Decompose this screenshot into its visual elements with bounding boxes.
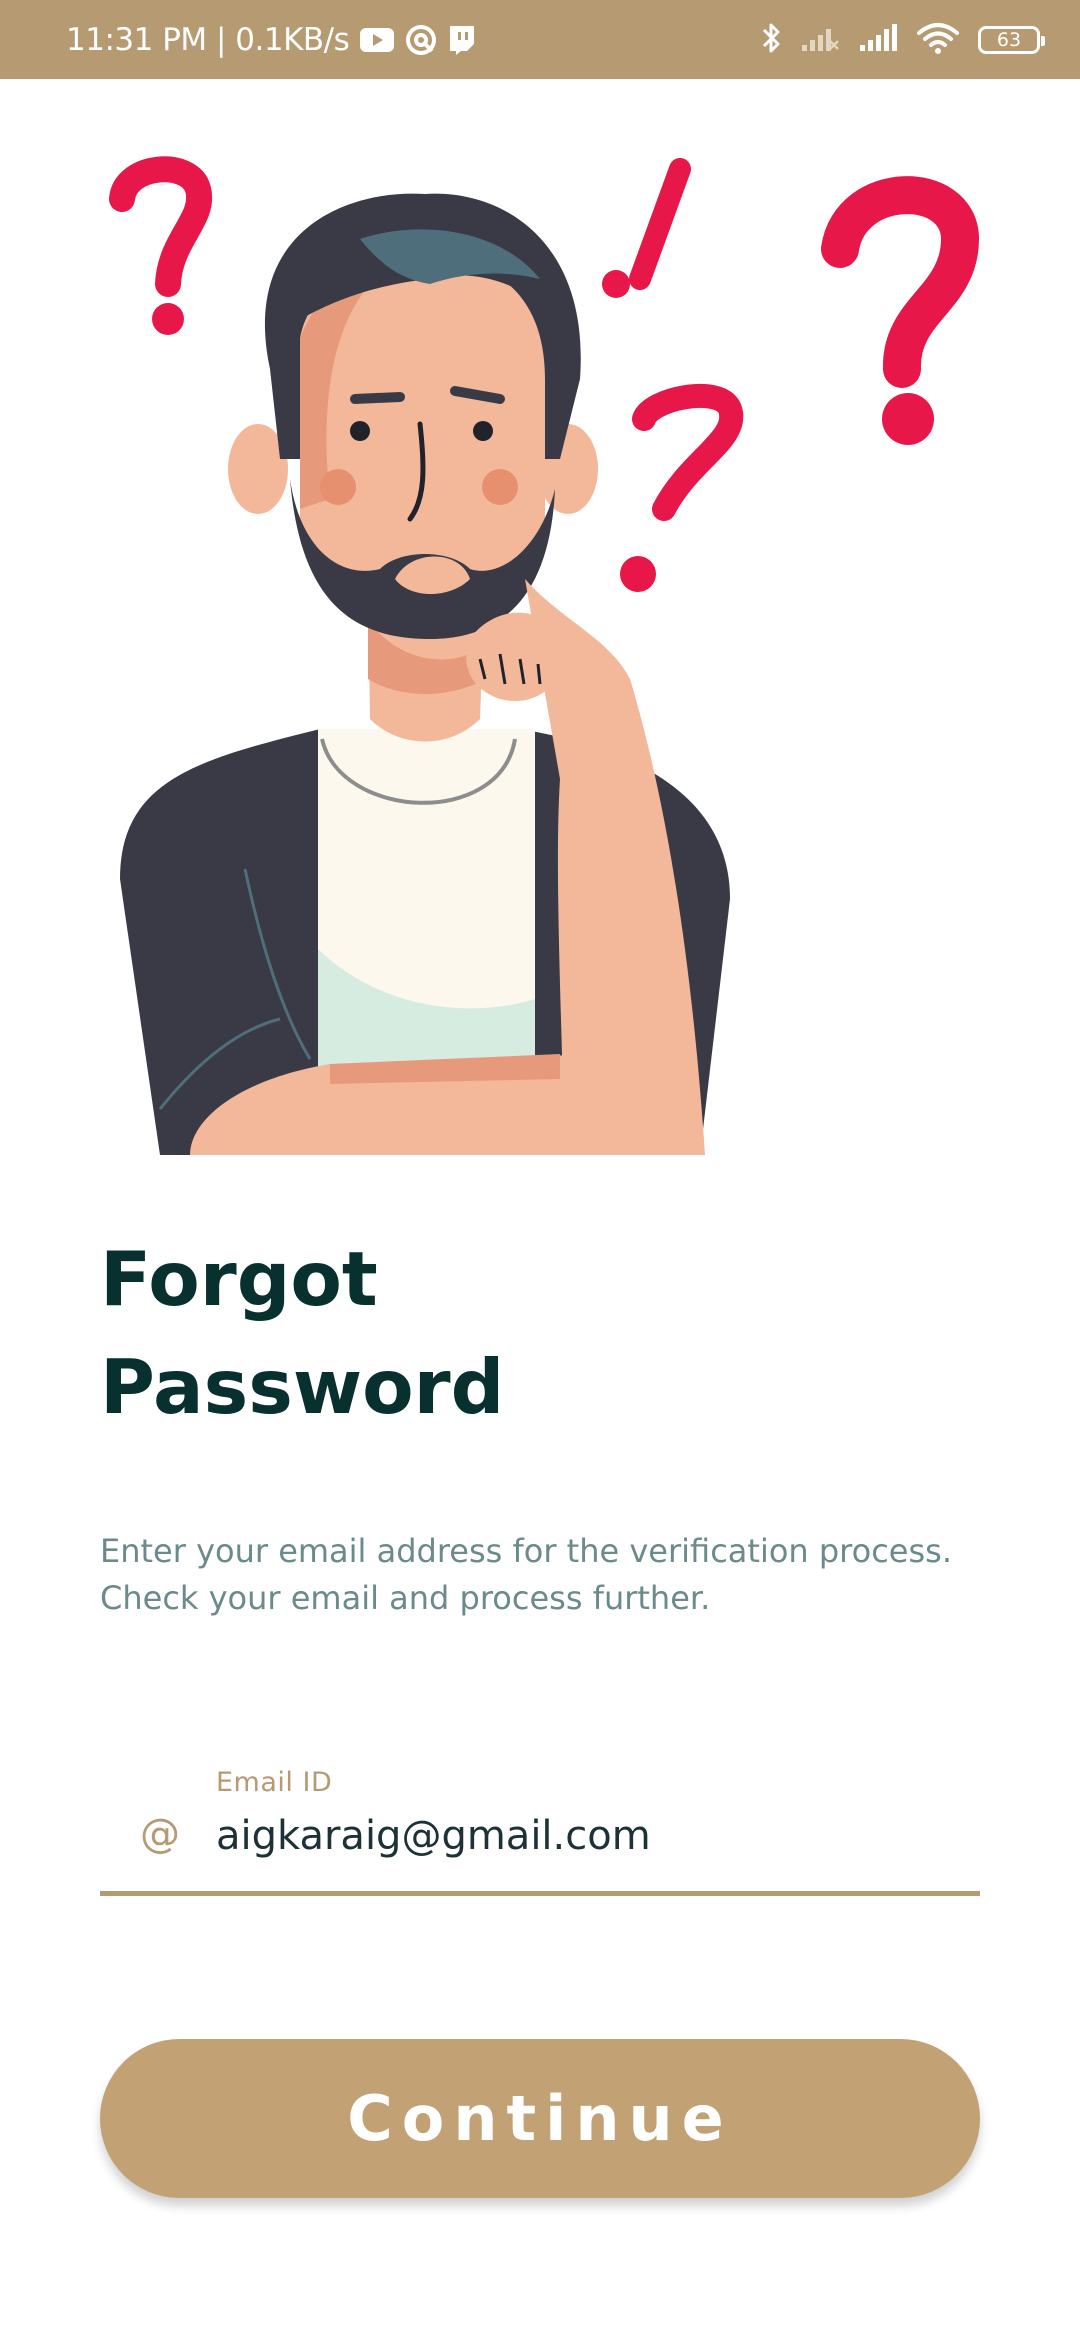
status-left: 11:31 PM | 0.1KB/s (66, 0, 477, 79)
question-mark-icon (109, 156, 213, 335)
email-input[interactable] (216, 1813, 956, 1859)
confused-man-illustration (0, 79, 1080, 1155)
question-mark-icon (620, 383, 744, 592)
page-title-line2: Password (100, 1343, 505, 1431)
youtube-icon (359, 27, 395, 53)
page-title-line1: Forgot (100, 1235, 378, 1323)
status-right: 63 (760, 0, 1045, 79)
battery-icon: 63 (978, 25, 1045, 54)
email-field[interactable]: Email ID @ (100, 1755, 980, 1898)
signal-icon (858, 23, 898, 57)
at-icon: @ (140, 1811, 180, 1857)
exclamation-mark-icon (602, 158, 691, 298)
battery-level: 63 (996, 28, 1022, 51)
signal-weak-icon (800, 23, 840, 57)
status-bar: 11:31 PM | 0.1KB/s 63 (0, 0, 1080, 79)
continue-button[interactable]: Continue (100, 2039, 980, 2198)
page-title: Forgot Password (100, 1225, 800, 1441)
description-line2: Check your email and process further. (100, 1579, 711, 1617)
email-field-label: Email ID (216, 1767, 333, 1798)
twitch-icon (447, 24, 477, 56)
bluetooth-icon (760, 21, 782, 59)
vpn-icon (405, 24, 437, 56)
email-underline (100, 1891, 980, 1896)
wifi-icon (916, 21, 960, 59)
description-line1: Enter your email address for the verific… (100, 1532, 952, 1570)
question-mark-icon (821, 176, 980, 445)
status-time-speed: 11:31 PM | 0.1KB/s (66, 21, 350, 58)
description-text: Enter your email address for the verific… (100, 1528, 1000, 1622)
